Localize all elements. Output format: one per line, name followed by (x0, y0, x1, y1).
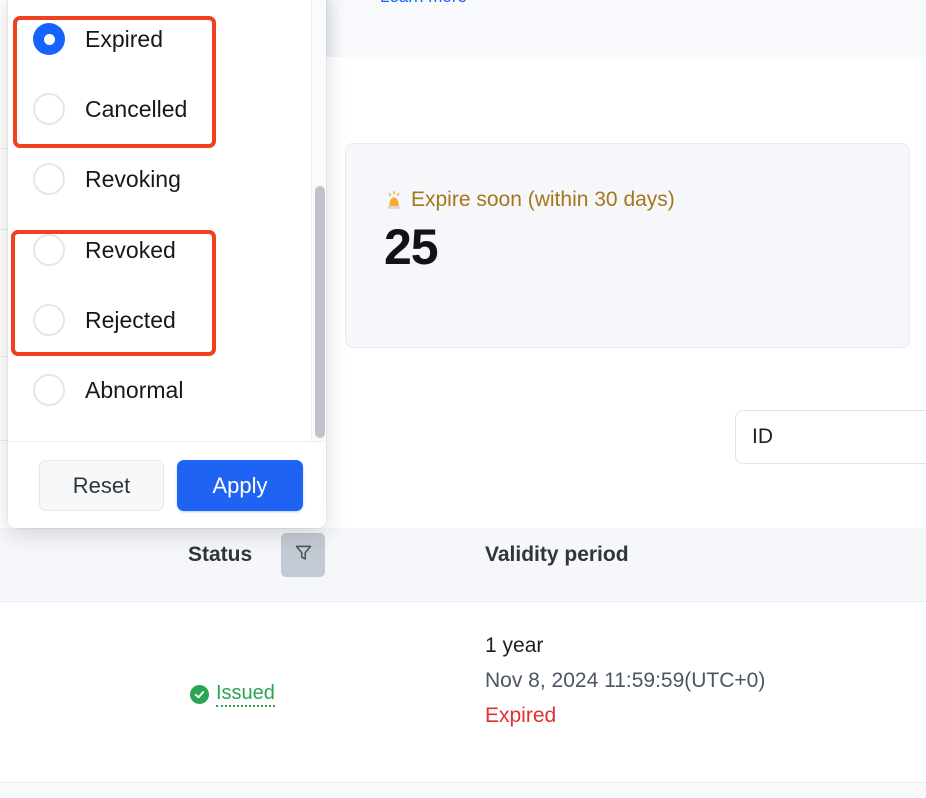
status-option-revoking[interactable]: Revoking (33, 144, 181, 214)
radio-icon-expired[interactable] (33, 23, 65, 55)
validity-state: Expired (485, 704, 557, 727)
status-filter-popover: Expired Cancelled Revoking Revoked Rejec… (8, 0, 326, 528)
status-option-cancelled[interactable]: Cancelled (33, 74, 187, 144)
learn-more-link[interactable]: Learn more (380, 0, 467, 7)
table-header-row: Status Validity period (0, 528, 926, 602)
popover-footer: Reset Apply (8, 441, 326, 528)
expire-soon-count: 25 (384, 219, 439, 275)
expire-soon-stat-card: Expire soon (within 30 days) 25 (345, 143, 910, 348)
table-footer-band (0, 783, 926, 798)
cell-status: Issued (190, 682, 275, 707)
table-row[interactable]: Issued 1 year Nov 8, 2024 11:59:59(UTC+0… (0, 602, 926, 783)
status-option-rejected[interactable]: Rejected (33, 285, 176, 355)
page-root: Learn more Expire soon (within 30 (0, 0, 926, 798)
cell-validity-period: 1 year Nov 8, 2024 11:59:59(UTC+0) Expir… (485, 634, 765, 728)
popover-scrollbar-track[interactable] (311, 0, 326, 441)
info-banner: Learn more (326, 0, 926, 57)
status-option-abnormal[interactable]: Abnormal (33, 355, 183, 425)
status-filter-button[interactable] (281, 533, 325, 577)
radio-icon-abnormal[interactable] (33, 374, 65, 406)
apply-button[interactable]: Apply (177, 460, 303, 511)
status-option-list: Expired Cancelled Revoking Revoked Rejec… (8, 0, 326, 441)
check-circle-icon (190, 685, 209, 704)
search-field-selector[interactable]: ID (735, 410, 926, 464)
popover-scrollbar-thumb[interactable] (315, 186, 325, 438)
status-option-label: Abnormal (85, 376, 184, 403)
radio-icon-cancelled[interactable] (33, 93, 65, 125)
info-banner-edge-gradient (326, 0, 340, 57)
expire-soon-label: Expire soon (within 30 days) (384, 188, 675, 212)
column-header-validity-period: Validity period (485, 543, 629, 566)
column-header-status: Status (188, 543, 253, 566)
validity-expiry-datetime: Nov 8, 2024 11:59:59(UTC+0) (485, 669, 766, 692)
funnel-icon (293, 542, 314, 568)
status-option-revoked[interactable]: Revoked (33, 215, 176, 285)
status-option-label: Revoked (85, 236, 176, 263)
radio-icon-revoking[interactable] (33, 163, 65, 195)
status-option-label: Revoking (85, 165, 181, 192)
status-option-label: Rejected (85, 306, 176, 333)
beacon-icon (384, 190, 404, 212)
search-field-selector-value: ID (752, 425, 773, 448)
reset-button[interactable]: Reset (39, 460, 164, 511)
validity-duration: 1 year (485, 634, 544, 657)
radio-icon-rejected[interactable] (33, 304, 65, 336)
status-badge[interactable]: Issued (216, 682, 275, 707)
status-option-label: Cancelled (85, 95, 188, 122)
status-option-label: Expired (85, 25, 163, 52)
status-option-expired[interactable]: Expired (33, 4, 163, 74)
radio-icon-revoked[interactable] (33, 234, 65, 266)
expire-soon-label-text: Expire soon (within 30 days) (411, 188, 675, 211)
